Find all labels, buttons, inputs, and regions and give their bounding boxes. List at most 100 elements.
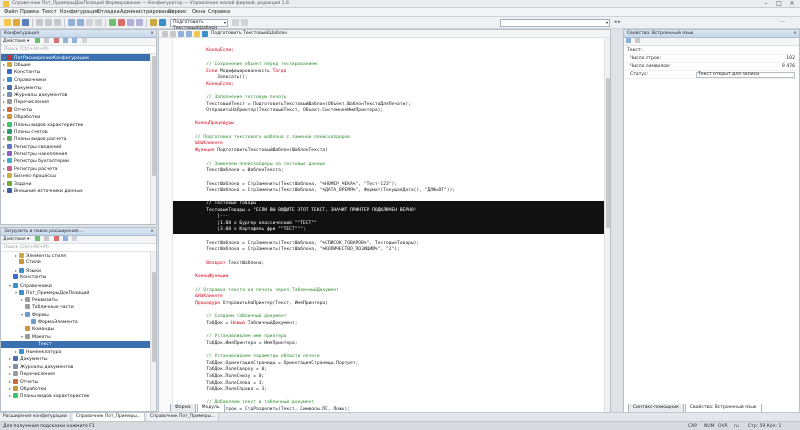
code-line[interactable]: ТабДок.ПолеСнизу = 0; [173,374,604,381]
task-catalog-2[interactable]: Справочник Пот_Примеры... [146,413,220,421]
edit-icon[interactable] [44,236,50,241]
code-line[interactable]: // Тестовые товары [173,201,604,208]
tree-item[interactable]: ▸ Элементы стиля [1,252,150,259]
menu-configuration[interactable]: Конфигурация [60,9,99,16]
code-line[interactable]: Записать(); [173,75,604,82]
search-next-icon[interactable]: ◂ ▸ [614,19,621,25]
move-up-icon[interactable] [63,38,69,43]
task-extensions[interactable]: Расширения конфигурации [0,413,71,421]
tree-item[interactable]: ▸ Планы видов расчета [1,135,150,142]
tree-item[interactable]: Табличные части [1,303,150,311]
code-line[interactable]: ТабДок = Новый ТабличныйДокумент; [173,321,604,328]
tree-item[interactable]: ▸ Номенклатура [1,348,150,355]
copy-icon[interactable] [45,19,52,26]
move-down-icon[interactable] [72,38,78,43]
close-icon[interactable]: × [150,30,154,37]
uncomment-icon[interactable] [186,31,192,37]
menu-help[interactable]: Справка [208,9,230,16]
save-icon[interactable] [22,19,29,26]
menu-text[interactable]: Текст [42,9,57,16]
outdent-icon[interactable] [170,31,176,37]
tree-item[interactable]: ▸ Задачи [1,180,150,187]
tree-item[interactable]: ▸ Журналы документов [1,363,150,370]
menu-file[interactable]: Файл [4,9,18,16]
code-line[interactable]: // Добавляем текст в табличный документ [173,400,604,407]
add-icon[interactable] [34,38,40,43]
tree-item[interactable]: ▸ Регистры бухгалтерии [1,157,150,164]
find-icon[interactable] [86,19,93,26]
procedure-selector[interactable]: Подготовить ТекстовыйШаблон▾ [170,19,228,31]
code-line[interactable]: Возврат ТекстШаблона; [173,261,604,268]
wizard-icon[interactable] [194,31,200,37]
tree-item[interactable]: ▸ Обработки [1,385,150,392]
code-line[interactable]: КонецЕсли; [173,48,604,55]
tree-item[interactable]: ▸ Бизнес-процессы [1,172,150,179]
tree-item[interactable]: ▾ Пот_ПримерыДокПозиций [1,289,150,296]
config-search-input[interactable]: Поиск (Ctrl+Alt+M) [1,46,156,54]
code-line[interactable]: // Сохранение объект перед тестированием [173,62,604,69]
code-line[interactable]: &НаКлиенте [173,294,604,301]
code-line[interactable]: // Устанавливаем параметры области печат… [173,354,604,361]
tree-item[interactable]: ▸ Планы счетов [1,128,150,135]
procedure-icon[interactable] [202,31,208,37]
add-icon[interactable] [34,236,40,241]
tree-item[interactable]: ▾ ПотРасширениеКонфигурации [1,54,150,62]
menu-administration[interactable]: Администрирование [120,9,174,16]
code-line[interactable]: ТабДок.ИмяПринтера = ИмяПринтера; [173,341,604,348]
tree-item[interactable]: Константы [1,274,150,281]
categories-icon[interactable] [635,38,641,43]
tree-item[interactable]: ▸ Внешние источники данных [1,187,150,194]
minimize-icon[interactable]: – [760,0,772,8]
run-debug-icon[interactable] [109,19,116,26]
code-line[interactable]: |--- [173,214,604,221]
tree-item[interactable]: ▸ Планы видов характеристик [1,121,150,128]
indent-icon[interactable] [162,31,168,37]
tree-item[interactable]: ▸ Перечисления [1,370,150,377]
code-line[interactable]: Процедура ОтправитьНаПринтер(Текст, ИмяП… [173,301,604,308]
code-line[interactable]: &НаКлиенте [173,141,604,148]
replace-icon[interactable] [95,19,102,26]
tree-item[interactable]: ▾ Макеты [1,333,150,340]
delete-icon[interactable] [53,236,59,241]
tree-item[interactable]: ▸ Отчеты [1,378,150,385]
delete-icon[interactable] [53,38,59,43]
actions-menu[interactable]: Действия ▾ [3,237,29,242]
close-icon[interactable]: × [150,228,154,235]
menu-debug[interactable]: Отладка [97,9,120,16]
code-line[interactable]: // Заполнение тестовую печать [173,95,604,102]
sort-icon[interactable] [626,38,631,43]
cut-icon[interactable] [36,19,43,26]
filter-icon[interactable] [72,236,78,241]
search-combo[interactable]: ▾ [500,19,610,27]
code-line[interactable]: // Создаем табличный документ [173,314,604,321]
code-line[interactable]: |3.00 x Картофель фри ""ТЕСТ"""; [173,227,604,234]
tree-item[interactable]: ▸ Документы [1,84,150,91]
tree-item[interactable]: Константы [1,68,150,76]
module-icon[interactable] [232,19,239,26]
procedure-name-label[interactable]: Подготовить ТекстовыйШаблон [211,31,287,37]
task-catalog-1[interactable]: Справочник Пот_Примеры... [72,413,145,421]
code-line[interactable]: // Устанавливаем имя принтера [173,334,604,341]
code-line[interactable]: ТекстШаблона = СтрЗаменить(ТекстШаблона,… [173,188,604,195]
code-line[interactable]: КонецЕсли; [173,82,604,89]
editor-scrollbar[interactable] [604,38,610,412]
tree-item[interactable]: ▸ Планы видов характеристик [1,392,150,399]
maximize-icon[interactable]: □ [773,0,785,8]
tree-item[interactable]: Текст [1,340,150,349]
tree-item[interactable]: ▸ Обработки [1,113,150,120]
code-area[interactable]: КонецЕсли; // Сохранение объект перед те… [173,38,604,412]
tree-item[interactable]: ▸ Отчеты [1,106,150,113]
ext-search-input[interactable]: Поиск (Ctrl+Alt+M) [1,244,156,252]
step-into-icon[interactable] [127,19,134,26]
paste-icon[interactable] [54,19,61,26]
close-icon[interactable]: × [786,0,798,8]
config-scrollbar[interactable] [150,54,156,224]
ext-scrollbar[interactable] [150,252,156,411]
tree-item[interactable]: ▸ Справочники [1,76,150,83]
tree-item[interactable]: ▸ Журналы документов [1,91,150,98]
code-line[interactable]: ТекстШаблона = СтрЗаменить(ТекстШаблона,… [173,247,604,254]
code-line[interactable]: ТабДок.ПолеСправа = 3; [173,387,604,394]
comment-icon[interactable] [178,31,184,37]
tree-item[interactable]: ▸ Языки [1,267,150,274]
code-line[interactable]: КонецПроцедуры [173,121,604,128]
